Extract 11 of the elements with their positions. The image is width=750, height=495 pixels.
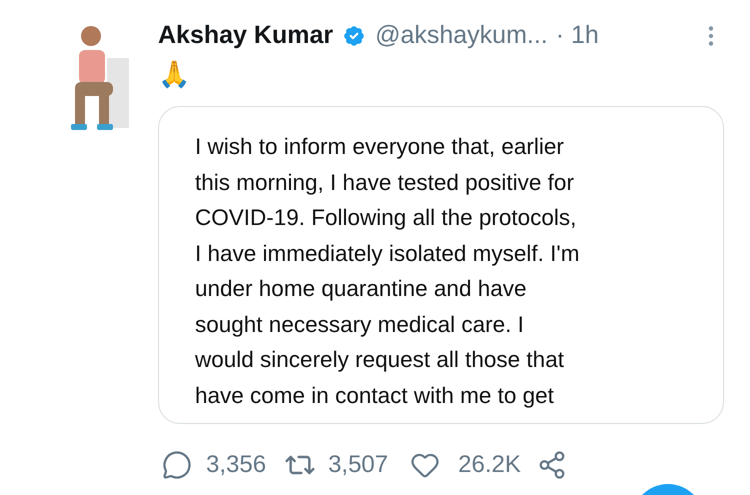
tweet-time: · 1h <box>556 20 599 52</box>
like-count: 26.2K <box>458 450 521 480</box>
share-icon[interactable] <box>536 450 567 480</box>
author-handle[interactable]: @akshaykum... <box>375 17 548 55</box>
reply-count: 3,356 <box>206 450 266 480</box>
text-card[interactable] <box>158 106 724 424</box>
retweet-count: 3,507 <box>328 450 388 480</box>
reply-icon[interactable] <box>162 450 192 480</box>
author-name[interactable]: Akshay Kumar <box>158 17 334 55</box>
tweet-text: 🙏 <box>158 58 190 91</box>
statement-text: I wish to inform everyone that, earlier this morning, I have tested positive for COVID-19. Following all the protocols, I have immediately isolated myself. I'm under home quarantine and have sought necessary medical care. I would sincerely request all those that have come in contact with me to get <box>195 133 580 410</box>
